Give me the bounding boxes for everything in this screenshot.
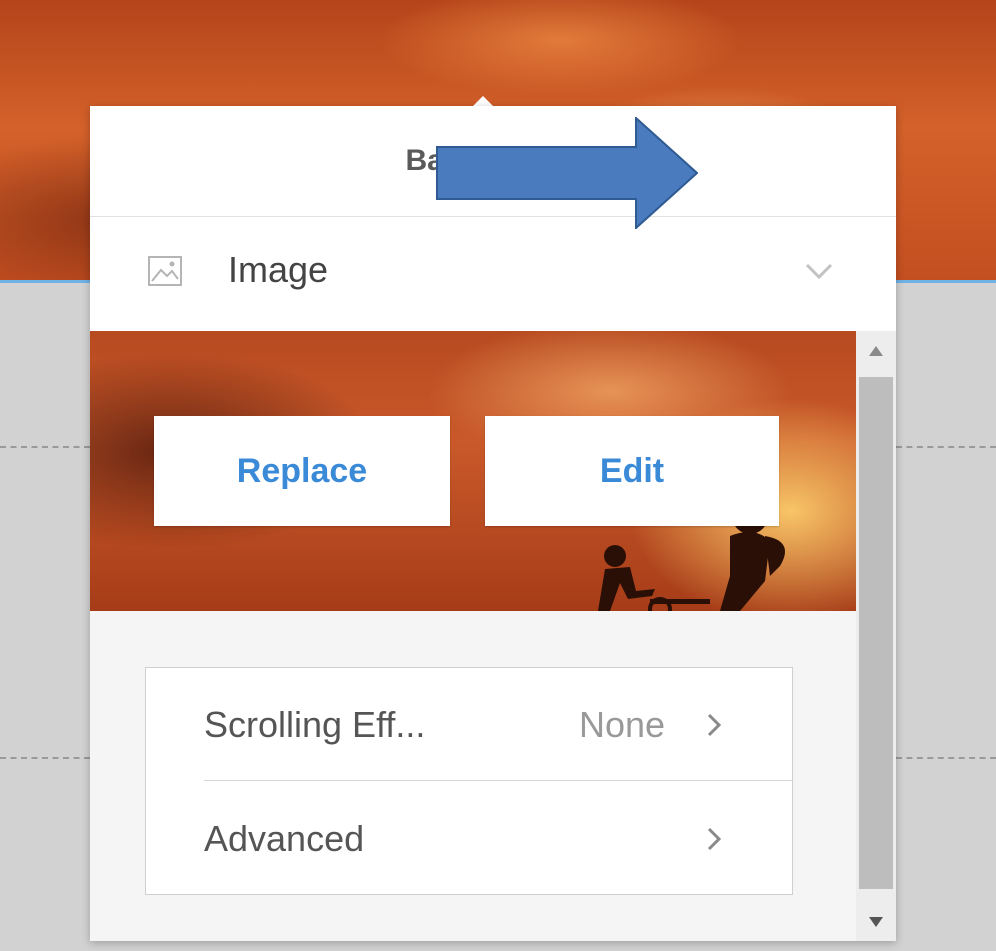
- chevron-right-icon: [707, 713, 722, 737]
- chevron-right-icon: [707, 827, 722, 851]
- scroll-down-arrow-icon[interactable]: [868, 916, 884, 928]
- advanced-row[interactable]: Advanced: [146, 782, 792, 894]
- layout-guide-line: [896, 446, 996, 448]
- background-image-preview: Replace Edit: [90, 331, 856, 611]
- background-type-dropdown[interactable]: Image: [90, 217, 896, 331]
- advanced-label: Advanced: [204, 818, 365, 859]
- replace-button[interactable]: Replace: [154, 416, 450, 526]
- scrolling-effect-value: None: [579, 704, 666, 745]
- settings-list: Scrolling Eff... None Advanced: [145, 667, 793, 895]
- image-icon: [148, 256, 182, 286]
- layout-guide-line: [896, 757, 996, 759]
- row-divider: [204, 780, 792, 781]
- popup-scrollbar[interactable]: [856, 331, 896, 941]
- chevron-down-icon[interactable]: [804, 261, 834, 281]
- layout-guide-line: [0, 757, 90, 759]
- scrolling-effect-row[interactable]: Scrolling Eff... None: [146, 668, 792, 780]
- arrow-right-annotation: [436, 117, 698, 229]
- edit-button[interactable]: Edit: [485, 416, 779, 526]
- background-popup: Background Image Replace Edit Scrolling …: [90, 106, 896, 941]
- scrollbar-thumb[interactable]: [859, 377, 893, 889]
- scroll-up-arrow-icon[interactable]: [868, 345, 884, 357]
- background-type-label: Image: [228, 249, 329, 290]
- scrolling-effect-label: Scrolling Eff...: [204, 704, 426, 745]
- layout-guide-line: [0, 446, 90, 448]
